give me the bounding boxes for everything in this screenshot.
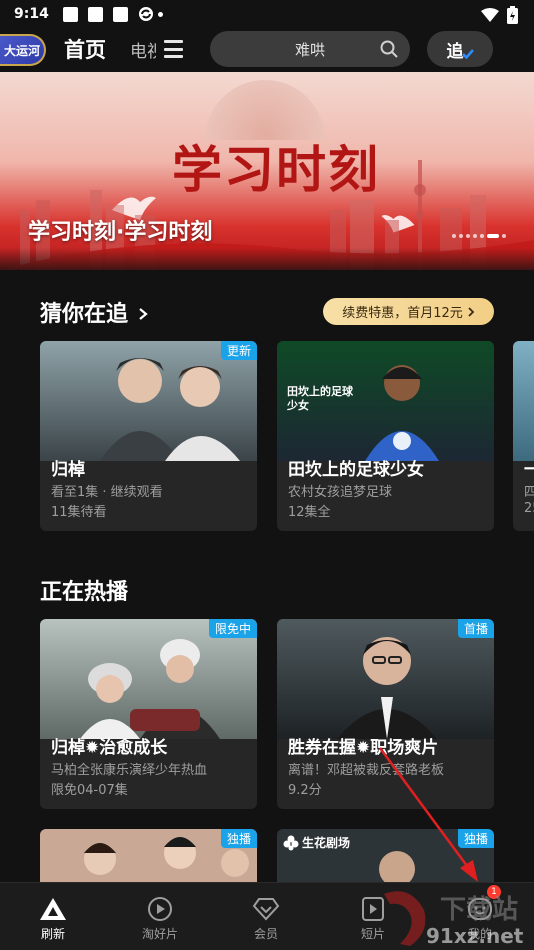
battery-icon [507,6,518,24]
sync-icon [138,7,153,21]
banner-pagination [452,234,506,238]
card-description: 离谱！邓超被裁反套路老板 [288,763,445,778]
flower-icon [283,835,299,850]
diamond-icon [252,898,280,921]
section-following-label: 猜你在追 [40,302,129,327]
channel-logo-badge[interactable]: 大运河 [0,34,46,66]
card-title: 归棹 [51,460,85,480]
notification-icon [112,6,128,22]
watermark-text: 91xz.net [426,924,524,948]
poster-title-art: 田坎上的足球少女 [287,385,353,412]
exclusive-badge: 独播 [457,829,494,848]
update-badge: 更新 [220,341,257,360]
card-episode-count: 12集全 [288,505,331,520]
nav-label: 淘好片 [141,927,178,941]
hot-card[interactable]: 生花剧场 独播 [277,829,494,882]
more-notifications-dot [157,11,163,17]
card-title: 田坎上的足球少女 [288,460,424,480]
menu-icon[interactable] [164,40,183,58]
tab-home[interactable]: 首页 [64,34,106,64]
search-icon [380,40,398,58]
card-pending-count: 11集待看 [51,505,107,520]
nav-label: 会员 [253,927,278,941]
banner-title: 学习时刻·学习时刻 [28,220,213,245]
card-progress: 看至1集 · 继续观看 [51,485,163,500]
status-time: 9:14 [14,6,49,22]
hot-card[interactable]: 首播 胜券在握✹职场爽片 离谱！邓超被裁反套路老板 9.2分 [277,619,494,809]
follow-list-button[interactable]: 追 [427,31,493,67]
chevron-right-icon [468,306,475,317]
studio-logo-text: 生花剧场 [302,836,351,850]
play-circle-icon [148,897,172,921]
exclusive-badge: 独播 [220,829,257,848]
search-input[interactable]: 难哄 [210,31,410,67]
card-rating: 9.2分 [288,783,322,798]
tab-tv-series[interactable]: 电视剧 [130,37,156,62]
card-description: 马柏全张康乐演绎少年热血 [51,763,208,778]
nav-item-refresh[interactable]: 刷新 [0,883,106,950]
nav-item-discover[interactable]: 淘好片 [107,883,213,950]
hot-card[interactable]: 限免中 归棹✹治愈成长 马柏全张康乐演绎少年热血 限免04-07集 [40,619,257,809]
hero-banner[interactable]: 学习时刻 学习时刻·学习时刻 [0,72,534,270]
card-free-episodes: 限免04-07集 [51,783,128,798]
card-title: 胜券在握✹职场爽片 [288,738,439,758]
section-following-title[interactable]: 猜你在追 [40,296,148,328]
card-description: 四 [524,485,534,500]
nav-item-vip[interactable]: 会员 [213,883,319,950]
premiere-badge: 首播 [457,619,494,638]
hot-card[interactable]: 独播 [40,829,257,882]
vip-promo-label: 续费特惠，首月12元 [342,306,463,321]
top-header: 大运河 首页 电视剧 难哄 追 [0,28,534,72]
check-icon [461,49,474,59]
section-hot-title: 正在热播 [40,580,129,605]
banner-fade [0,248,534,278]
refresh-icon [40,898,66,920]
wifi-icon [481,8,499,22]
card-title: 一 [524,460,534,480]
following-card[interactable]: 一 四 25 [513,341,534,531]
site-watermark: 下载站 91xz.net [380,888,534,950]
search-placeholder: 难哄 [294,40,325,59]
chevron-right-icon [138,308,148,320]
vip-promo-button[interactable]: 续费特惠，首月12元 [323,298,494,325]
card-episode-count: 25 [524,501,534,516]
free-limited-badge: 限免中 [208,619,257,638]
following-card[interactable]: 田坎上的足球少女 田坎上的足球少女 农村女孩追梦足球 12集全 [277,341,494,531]
notification-icon [62,6,78,22]
notification-icon [87,6,103,22]
svg-text:下载站: 下载站 [440,895,518,925]
status-bar: 9:14 [0,0,534,28]
card-title: 归棹✹治愈成长 [51,738,168,758]
studio-logo: 生花剧场 [283,834,350,851]
poster-image [513,341,534,461]
following-card[interactable]: 更新 归棹 看至1集 · 继续观看 11集待看 [40,341,257,531]
nav-label: 刷新 [40,927,65,941]
card-description: 农村女孩追梦足球 [288,485,393,500]
